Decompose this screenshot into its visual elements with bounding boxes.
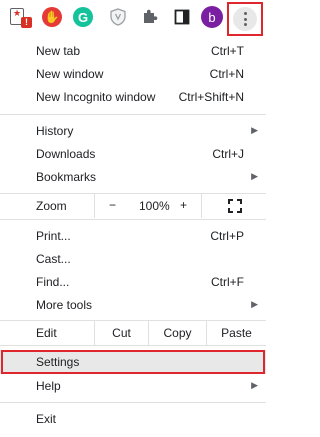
submenu-arrow-icon: ▶ [251,299,258,309]
menu-item-label: History [36,123,74,138]
grammarly-glyph: G [73,7,93,27]
grammarly-icon[interactable]: G [72,6,94,28]
corner [237,208,242,213]
zoom-in-button[interactable]: + [180,198,187,212]
menu-item-cast[interactable]: Cast... [0,247,266,270]
dot [243,17,247,21]
menu-item-downloads[interactable]: Downloads Ctrl+J [0,142,266,165]
menu-item-find[interactable]: Find... Ctrl+F [0,270,266,293]
red-extension-icon[interactable]: ✋ [41,6,63,28]
menu-item-zoom: Zoom − 100% + [0,194,266,218]
side-panel-svg [174,9,190,25]
zoom-level: 100% [139,199,170,213]
menu-item-label: Exit [36,411,57,426]
menu-item-new-tab[interactable]: New tab Ctrl+T [0,39,266,62]
menu-item-print[interactable]: Print... Ctrl+P [0,224,266,247]
menu-divider [0,114,266,115]
star-glyph: ★ [13,8,22,18]
menu-item-bookmarks[interactable]: Bookmarks ▶ [0,165,266,188]
menu-item-shortcut: Ctrl+Shift+N [178,89,244,104]
corner [237,199,242,204]
menu-item-label: Downloads [36,146,96,161]
menu-item-label: New Incognito window [36,89,156,104]
menu-item-history[interactable]: History ▶ [0,119,266,142]
menu-item-shortcut: Ctrl+J [212,146,244,161]
copy-button[interactable]: Copy [148,321,206,345]
menu-divider [0,402,266,403]
zoom-label: Zoom [36,199,67,213]
cut-button[interactable]: Cut [94,321,148,345]
menu-item-help[interactable]: Help ▶ [0,374,266,397]
corner [228,208,233,213]
shield-icon[interactable] [107,6,129,28]
submenu-arrow-icon: ▶ [251,125,258,135]
menu-item-label: New tab [36,43,81,58]
corner [228,199,233,204]
menu-item-shortcut: Ctrl+T [211,43,244,58]
menu-item-new-incognito-window[interactable]: New Incognito window Ctrl+Shift+N [0,85,266,108]
menu-item-label: Cast... [36,251,71,266]
zoom-controls: − 100% + [94,194,202,218]
shield-svg [110,8,126,26]
menu-item-new-window[interactable]: New window Ctrl+N [0,62,266,85]
puzzle-icon[interactable] [139,6,161,28]
paste-button[interactable]: Paste [206,321,266,345]
browser-toolbar: ★ ! ✋ G b [0,0,266,36]
menu-item-label: Print... [36,228,71,243]
menu-divider [0,345,266,346]
red-extension-glyph: ✋ [42,7,62,27]
fullscreen-icon[interactable] [228,199,242,213]
three-dots-vertical-icon [233,7,257,31]
edit-label: Edit [36,326,57,340]
dot [243,12,247,15]
menu-item-label: New window [36,66,104,81]
dot [243,23,247,26]
menu-divider [0,219,266,220]
profile-initial: b [201,6,223,28]
menu-item-label: More tools [36,297,93,312]
zoom-out-button[interactable]: − [109,198,116,212]
menu-item-settings[interactable]: Settings [0,350,266,374]
menu-item-shortcut: Ctrl+P [210,228,244,243]
side-panel-icon[interactable] [171,6,193,28]
menu-item-label: Bookmarks [36,169,97,184]
submenu-arrow-icon: ▶ [251,380,258,390]
menu-item-label: Find... [36,274,70,289]
menu-item-shortcut: Ctrl+N [209,66,244,81]
menu-item-exit[interactable]: Exit [0,407,266,430]
profile-avatar[interactable]: b [201,6,223,28]
chrome-main-menu: New tab Ctrl+T New window Ctrl+N New Inc… [0,36,266,437]
submenu-arrow-icon: ▶ [251,171,258,181]
menu-item-more-tools[interactable]: More tools ▶ [0,293,266,316]
menu-item-label: Settings [36,355,80,369]
chrome-menu-button[interactable] [227,2,263,36]
bookmark-star-icon[interactable]: ★ ! [9,6,32,28]
menu-item-label: Help [36,378,61,393]
puzzle-svg [144,9,158,23]
extension-badge: ! [21,17,32,28]
menu-item-edit: Edit Cut Copy Paste [0,321,266,345]
menu-item-shortcut: Ctrl+F [211,274,244,289]
